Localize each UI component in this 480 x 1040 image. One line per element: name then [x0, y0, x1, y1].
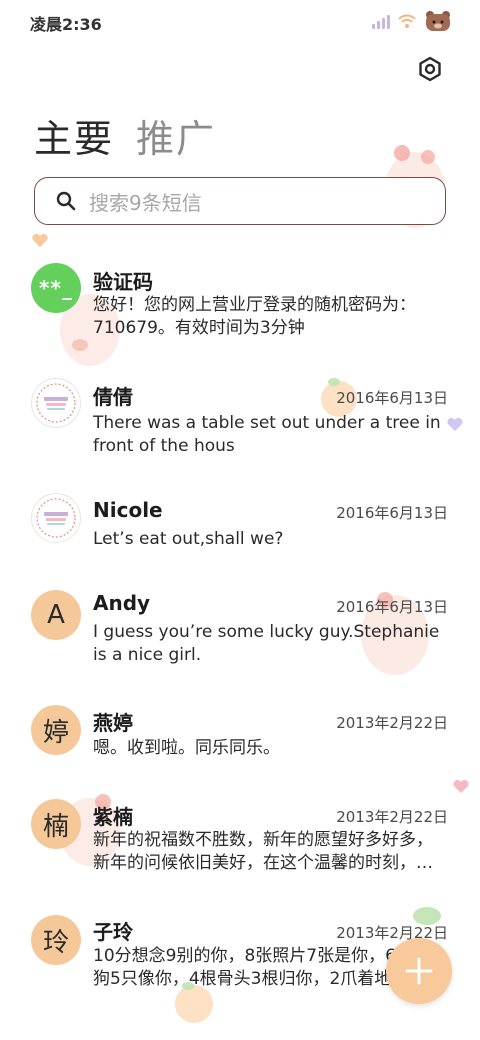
avatar: 玲 — [31, 915, 81, 965]
tab-promotions[interactable]: 推广 — [136, 108, 216, 163]
badge-avatar-icon — [36, 498, 76, 538]
messages-screen: 凌晨2:36 主要 推广 搜索9条短信 **_ 验证码 您好！您的网上营业厅登录… — [0, 0, 480, 1040]
plus-icon — [405, 957, 433, 985]
contact-name: 子玲 — [93, 920, 133, 944]
wifi-icon — [398, 14, 416, 28]
tab-primary[interactable]: 主要 — [34, 108, 114, 163]
search-input[interactable]: 搜索9条短信 — [34, 177, 446, 225]
message-date: 2016年6月13日 — [336, 598, 448, 616]
battery-bear-icon — [426, 11, 450, 31]
message-date: 2013年2月22日 — [336, 714, 448, 732]
search-icon — [56, 191, 76, 211]
search-placeholder: 搜索9条短信 — [89, 190, 202, 215]
settings-icon[interactable] — [416, 55, 444, 83]
signal-icon — [372, 13, 390, 29]
message-preview: 嗯。收到啦。同乐同乐。 — [93, 738, 280, 758]
avatar — [31, 493, 81, 543]
compose-button[interactable] — [386, 938, 452, 1004]
conversation-row[interactable]: 婷 燕婷 2013年2月22日 嗯。收到啦。同乐同乐。 — [0, 702, 480, 782]
avatar: 楠 — [31, 799, 81, 849]
status-icons — [372, 10, 452, 32]
heart-sticker-decoration — [453, 780, 469, 793]
avatar: 婷 — [31, 705, 81, 755]
avatar: **_ — [31, 263, 81, 313]
message-date: 2013年2月22日 — [336, 808, 448, 826]
message-preview: There was a table set out under a tree i… — [93, 413, 441, 456]
contact-name: 紫楠 — [93, 805, 133, 829]
contact-name: 燕婷 — [93, 711, 133, 735]
contact-name: Nicole — [93, 498, 163, 522]
status-time: 凌晨2:36 — [30, 15, 102, 34]
heart-sticker-decoration — [32, 234, 48, 247]
status-bar: 凌晨2:36 — [0, 0, 480, 44]
conversation-row[interactable]: 倩倩 2016年6月13日 There was a table set out … — [0, 375, 480, 475]
contact-name: 倩倩 — [93, 385, 133, 409]
badge-avatar-icon — [36, 383, 76, 423]
contact-name: 验证码 — [93, 270, 153, 294]
message-preview: I guess you’re some lucky guy.Stephanie … — [93, 622, 440, 665]
message-tabs: 主要 推广 — [34, 108, 216, 163]
message-preview: 新年的祝福数不胜数，新年的愿望好多好多，新年的问候依旧美好，在这个温馨的时刻，… — [93, 830, 433, 873]
message-preview: Let’s eat out,shall we? — [93, 529, 284, 549]
conversation-row[interactable]: Nicole 2016年6月13日 Let’s eat out,shall we… — [0, 490, 480, 570]
avatar — [31, 378, 81, 428]
message-date: 2016年6月13日 — [336, 504, 448, 522]
avatar: A — [31, 590, 81, 640]
conversation-row[interactable]: **_ 验证码 您好！您的网上营业厅登录的随机密码为：710679。有效时间为3… — [0, 260, 480, 360]
message-preview: 您好！您的网上营业厅登录的随机密码为：710679。有效时间为3分钟 — [93, 295, 416, 338]
conversation-row[interactable]: 楠 紫楠 2013年2月22日 新年的祝福数不胜数，新年的愿望好多好多，新年的问… — [0, 796, 480, 896]
message-date: 2016年6月13日 — [336, 389, 448, 407]
conversation-row[interactable]: A Andy 2016年6月13日 I guess you’re some lu… — [0, 585, 480, 685]
contact-name: Andy — [93, 591, 151, 615]
